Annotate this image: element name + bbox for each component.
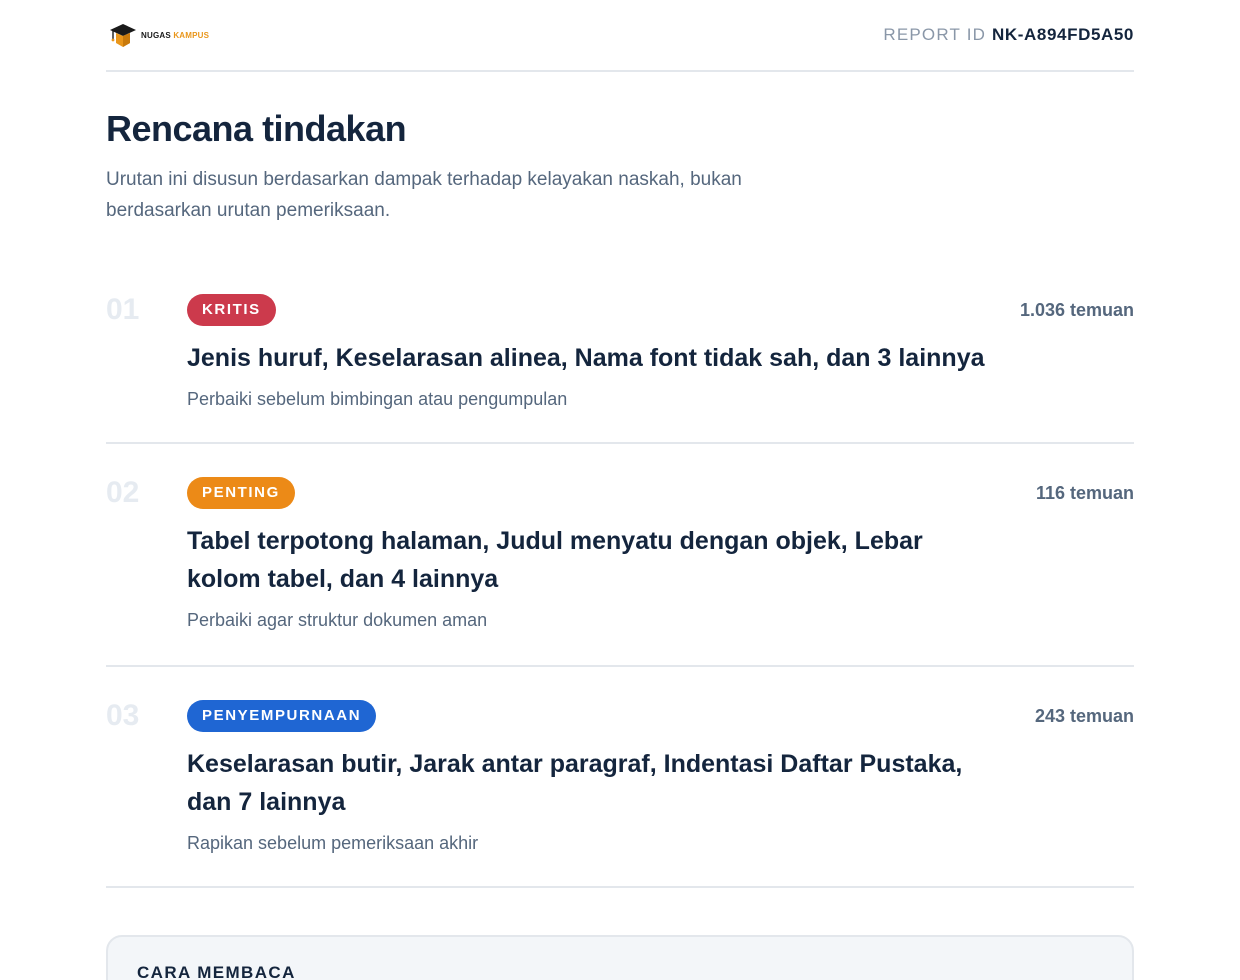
action-number: 02 <box>106 476 140 509</box>
report-id-value: NK-A894FD5A50 <box>992 25 1134 44</box>
action-body: PENTING Tabel terpotong halaman, Judul m… <box>187 477 1134 665</box>
top-bar: NUGAS KAMPUS REPORT ID NK-A894FD5A50 <box>106 0 1134 72</box>
report-id: REPORT ID NK-A894FD5A50 <box>883 25 1134 45</box>
severity-badge-critical: KRITIS <box>187 294 276 326</box>
action-description: Perbaiki sebelum bimbingan atau pengumpu… <box>187 389 568 409</box>
graduation-cap-icon <box>110 24 136 47</box>
action-item-critical: 01 KRITIS Jenis huruf, Keselarasan aline… <box>106 294 1134 444</box>
action-title[interactable]: Keselarasan butir, Jarak antar paragraf,… <box>187 745 987 821</box>
action-item-important: 02 PENTING Tabel terpotong halaman, Judu… <box>106 444 1134 667</box>
action-body: KRITIS Jenis huruf, Keselarasan alinea, … <box>187 294 1134 442</box>
info-box-title: CARA MEMBACA <box>137 963 296 980</box>
action-number: 03 <box>106 699 140 732</box>
brand-name: NUGAS KAMPUS <box>141 30 210 40</box>
severity-badge-important: PENTING <box>187 477 295 509</box>
finding-count: 116 temuan <box>1035 483 1134 503</box>
report-id-label: REPORT ID <box>883 25 987 44</box>
action-title[interactable]: Tabel terpotong halaman, Judul menyatu d… <box>187 522 987 598</box>
action-description: Perbaiki agar struktur dokumen aman <box>187 610 488 630</box>
report-page: NUGAS KAMPUS REPORT ID NK-A894FD5A50 Ren… <box>0 0 1240 980</box>
finding-count: 1.036 temuan <box>1019 300 1134 320</box>
action-item-polish: 03 PENYEMPURNAAN Keselarasan butir, Jara… <box>106 667 1134 888</box>
action-body: PENYEMPURNAAN Keselarasan butir, Jarak a… <box>187 700 1134 886</box>
action-list: 01 KRITIS Jenis huruf, Keselarasan aline… <box>106 294 1134 888</box>
severity-badge-polish: PENYEMPURNAAN <box>187 700 377 732</box>
action-number: 01 <box>106 293 140 326</box>
page-title: Rencana tindakan <box>106 108 407 149</box>
info-box: CARA MEMBACA <box>106 935 1134 980</box>
action-title[interactable]: Jenis huruf, Keselarasan alinea, Nama fo… <box>187 339 987 377</box>
finding-count: 243 temuan <box>1034 706 1134 726</box>
brand[interactable]: NUGAS KAMPUS <box>109 21 209 49</box>
page-subtitle: Urutan ini disusun berdasarkan dampak te… <box>106 169 742 221</box>
action-description: Rapikan sebelum pemeriksaan akhir <box>187 833 479 853</box>
